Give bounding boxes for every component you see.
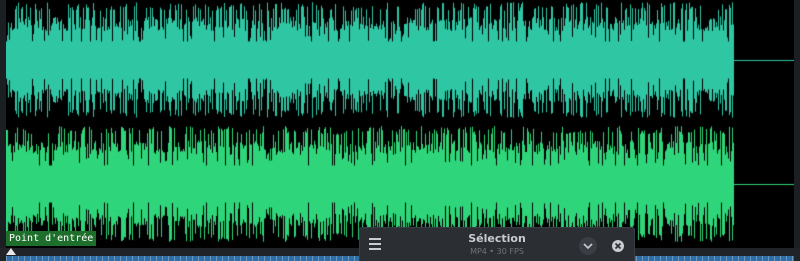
waveform-left-edge: [0, 0, 6, 248]
close-circle-icon: [612, 240, 624, 252]
selection-panel: Sélection MP4 • 30 FPS: [359, 227, 635, 261]
in-point-marker[interactable]: [6, 248, 16, 255]
in-point-label: Point d'entrée: [6, 231, 97, 246]
audio-waveform[interactable]: [0, 0, 800, 248]
close-button[interactable]: [610, 238, 626, 254]
chevron-down-icon: [583, 243, 593, 250]
waveform-right-edge: [794, 0, 800, 248]
expand-button[interactable]: [579, 237, 597, 255]
